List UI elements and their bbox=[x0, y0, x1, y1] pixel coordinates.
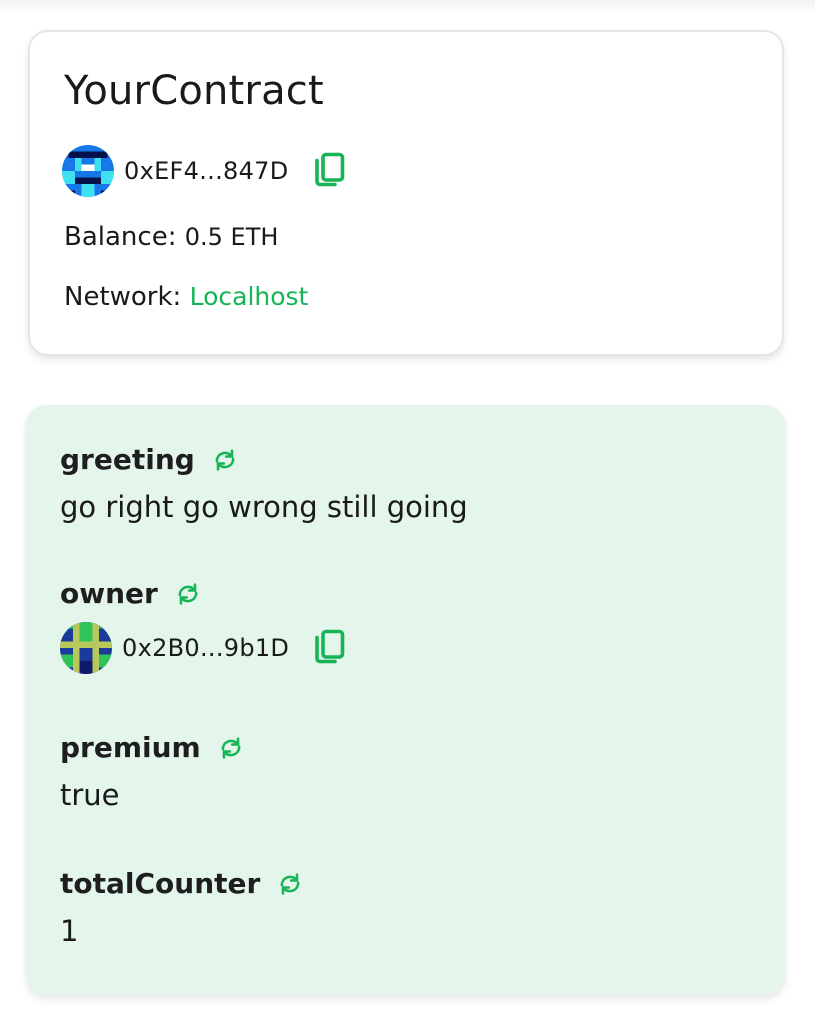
owner-address: 0x2B0...9b1D bbox=[60, 622, 347, 674]
variable-value: 1 bbox=[60, 914, 79, 948]
variable-header: premium bbox=[60, 731, 245, 764]
owner-address-text: 0x2B0...9b1D bbox=[122, 634, 290, 662]
contract-address: 0xEF4...847D bbox=[62, 145, 347, 197]
top-edge bbox=[0, 0, 815, 14]
balance-label: Balance: bbox=[64, 222, 177, 252]
contract-info-card: YourContract 0xEF4...847D Balance: 0.5 E… bbox=[28, 30, 784, 356]
contract-blockie-avatar bbox=[62, 145, 114, 197]
variable-value: true bbox=[60, 778, 120, 812]
debug-contracts-page: YourContract 0xEF4...847D Balance: 0.5 E… bbox=[0, 0, 815, 1026]
refresh-icon[interactable] bbox=[276, 870, 304, 898]
refresh-icon[interactable] bbox=[174, 580, 202, 608]
variable-greeting: greeting go right go wrong still going bbox=[60, 443, 468, 524]
refresh-icon[interactable] bbox=[211, 446, 239, 474]
variable-header: totalCounter bbox=[60, 867, 304, 900]
network-row: Network: Localhost bbox=[64, 282, 308, 312]
copy-icon[interactable] bbox=[311, 628, 347, 668]
variable-header: owner bbox=[60, 577, 347, 610]
variable-header: greeting bbox=[60, 443, 468, 476]
balance-row: Balance: 0.5 ETH bbox=[64, 222, 278, 252]
variable-name: owner bbox=[60, 577, 158, 610]
copy-icon[interactable] bbox=[311, 151, 347, 191]
variable-value: go right go wrong still going bbox=[60, 490, 468, 524]
contract-address-text: 0xEF4...847D bbox=[124, 157, 289, 185]
variable-owner: owner 0x2B0...9b1D bbox=[60, 577, 347, 674]
network-value: Localhost bbox=[189, 282, 309, 311]
variable-name: greeting bbox=[60, 443, 195, 476]
variable-totalcounter: totalCounter 1 bbox=[60, 867, 304, 948]
balance-value: 0.5 ETH bbox=[184, 223, 279, 251]
contract-variables-card: greeting go right go wrong still going o… bbox=[26, 405, 785, 995]
contract-title: YourContract bbox=[64, 68, 324, 114]
variable-name: premium bbox=[60, 731, 201, 764]
variable-name: totalCounter bbox=[60, 867, 261, 900]
refresh-icon[interactable] bbox=[217, 734, 245, 762]
owner-blockie-avatar bbox=[60, 622, 112, 674]
variable-premium: premium true bbox=[60, 731, 245, 812]
network-label: Network: bbox=[64, 282, 182, 312]
